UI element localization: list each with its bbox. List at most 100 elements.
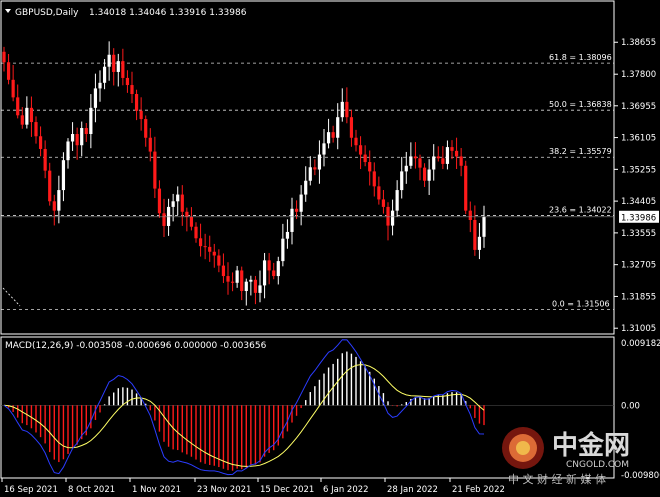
candle-body xyxy=(157,188,162,214)
candle-body xyxy=(52,201,56,211)
candle-body xyxy=(436,156,440,159)
candle-body xyxy=(34,122,38,137)
candle-body xyxy=(262,260,267,286)
macd-tick-label: 0.00 xyxy=(621,401,640,411)
candle-body xyxy=(70,134,75,142)
symbol-label: GBPUSD,Daily xyxy=(15,8,79,18)
candle-body xyxy=(285,231,290,239)
candle-body xyxy=(326,132,331,144)
candle-body xyxy=(267,260,271,271)
candle-body xyxy=(139,110,143,120)
candle-body xyxy=(294,208,299,212)
candle-body xyxy=(29,107,34,123)
candle-body xyxy=(304,180,308,195)
candle-body xyxy=(445,147,450,164)
candle-body xyxy=(258,285,262,293)
candle-body xyxy=(212,251,216,256)
price-tick-label: 1.38655 xyxy=(621,38,656,48)
candle-body xyxy=(477,236,482,250)
candle-body xyxy=(336,117,340,138)
fib-level-label: 0.0 = 1.31506 xyxy=(552,299,610,308)
candle-body xyxy=(230,281,235,283)
candle-body xyxy=(331,132,335,138)
candle-body xyxy=(404,165,408,172)
candle-body xyxy=(144,119,148,138)
time-tick-label: 21 Feb 2022 xyxy=(452,485,505,495)
candle-body xyxy=(368,162,372,172)
candle-body xyxy=(25,107,29,125)
candle-body xyxy=(130,85,134,95)
candle-body xyxy=(61,160,66,191)
candle-body xyxy=(134,94,139,111)
ohlc-values: 1.34018 1.34046 1.33916 1.33986 xyxy=(89,8,247,18)
candle-body xyxy=(6,62,11,80)
candle-body xyxy=(427,169,431,181)
candle-body xyxy=(317,154,322,170)
candle-body xyxy=(102,66,107,83)
candle-body xyxy=(125,77,130,86)
candle-body xyxy=(409,156,413,166)
candle-body xyxy=(354,137,358,146)
candle-body xyxy=(75,134,79,146)
candle-body xyxy=(372,171,376,187)
candle-body xyxy=(235,270,239,283)
candle-body xyxy=(80,128,84,146)
candle-body xyxy=(450,147,454,151)
time-tick-label: 15 Dec 2021 xyxy=(260,485,314,495)
candle-body xyxy=(253,279,258,293)
candle-body xyxy=(299,194,303,212)
time-tick-label: 8 Oct 2021 xyxy=(68,485,115,495)
candle-body xyxy=(313,167,317,170)
watermark-en: CNGOLD.COM xyxy=(566,460,629,470)
candle-body xyxy=(377,186,381,200)
price-tick-label: 1.32705 xyxy=(621,261,656,271)
price-tick-label: 1.31855 xyxy=(621,292,656,302)
candle-body xyxy=(98,82,102,89)
time-tick-label: 16 Sep 2021 xyxy=(4,485,58,495)
candle-body xyxy=(221,265,226,277)
candle-body xyxy=(381,199,386,207)
price-tick-label: 1.35255 xyxy=(621,165,656,175)
candle-body xyxy=(11,79,15,98)
candle-body xyxy=(322,143,326,155)
candle-body xyxy=(162,213,166,226)
candle-body xyxy=(57,190,61,211)
candle-body xyxy=(340,101,344,118)
candle-body xyxy=(20,115,24,125)
candle-body xyxy=(468,210,472,220)
chart-header: GBPUSD,Daily 1.34018 1.34046 1.33916 1.3… xyxy=(5,8,247,18)
current-price-label: 1.33986 xyxy=(621,213,656,223)
price-tick-label: 1.36105 xyxy=(621,134,656,144)
candle-body xyxy=(153,151,157,189)
candle-body xyxy=(208,246,212,252)
watermark-sub: 中 文 财 经 新 媒 体 xyxy=(508,472,606,486)
candle-body xyxy=(290,208,294,232)
candle-body xyxy=(66,141,70,161)
candle-body xyxy=(121,61,125,78)
price-tick-label: 1.36955 xyxy=(621,102,656,112)
macd-tick-label: -0.009806 xyxy=(621,471,660,481)
candle-body xyxy=(203,246,207,248)
candle-body xyxy=(459,156,463,166)
time-tick-label: 23 Nov 2021 xyxy=(197,485,251,495)
candle-body xyxy=(395,190,399,211)
candle-body xyxy=(418,158,422,168)
macd-tick-label: 0.009182 xyxy=(621,339,660,349)
candle-body xyxy=(240,270,244,292)
price-tick-label: 1.31005 xyxy=(621,324,656,334)
candle-body xyxy=(116,61,120,72)
candle-body xyxy=(386,206,390,226)
candle-body xyxy=(189,216,194,227)
fib-level-label: 23.6 = 1.34022 xyxy=(549,205,612,214)
macd-header: MACD(12,26,9) -0.003508 -0.000696 0.0000… xyxy=(5,341,267,351)
candle-body xyxy=(198,238,203,247)
fib-level-label: 61.8 = 1.38096 xyxy=(549,53,612,62)
time-tick-label: 6 Jan 2022 xyxy=(323,485,369,495)
watermark-cn: 中金网 xyxy=(552,430,630,461)
candle-body xyxy=(400,171,404,191)
candle-body xyxy=(473,219,477,250)
candle-body xyxy=(441,158,445,164)
price-tick-label: 1.34405 xyxy=(621,197,656,207)
candle-body xyxy=(16,97,20,116)
time-tick-label: 28 Jan 2022 xyxy=(387,485,438,495)
